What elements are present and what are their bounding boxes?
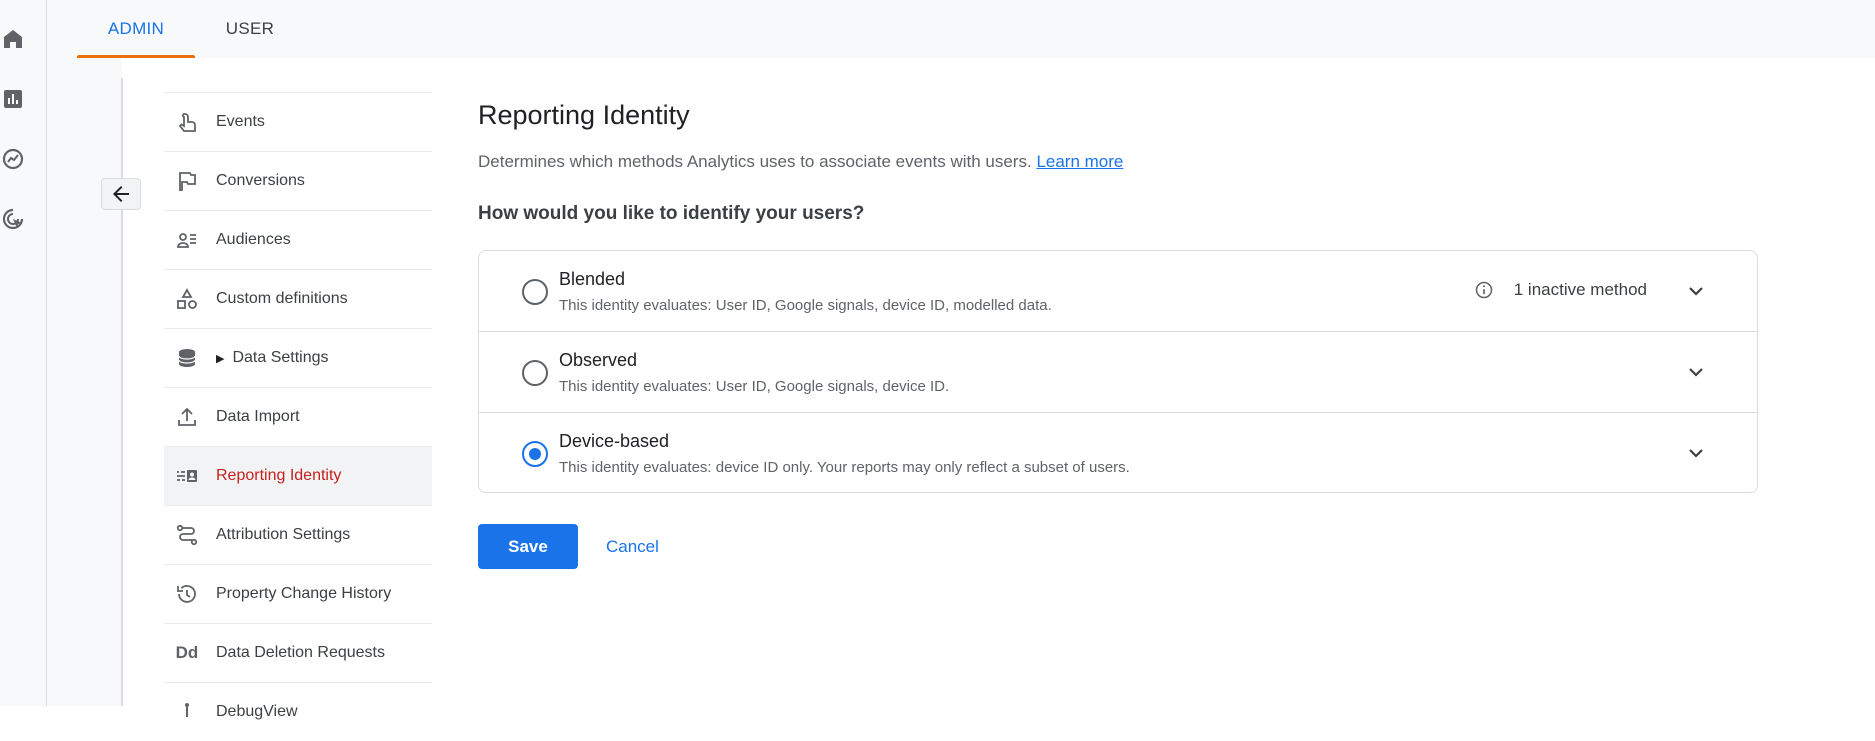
- page-description: Determines which methods Analytics uses …: [478, 152, 1123, 172]
- home-icon[interactable]: [0, 26, 26, 52]
- nav-item-label: Conversions: [216, 172, 305, 189]
- database-icon: [174, 345, 200, 371]
- chevron-down-icon[interactable]: [1683, 359, 1709, 385]
- radio-blended[interactable]: [522, 279, 548, 305]
- nav-item-label: Audiences: [216, 231, 291, 248]
- cancel-button[interactable]: Cancel: [600, 536, 665, 558]
- explore-icon[interactable]: [0, 146, 26, 172]
- learn-more-link[interactable]: Learn more: [1036, 152, 1123, 171]
- inactive-method-note: 1 inactive method: [1474, 280, 1647, 300]
- description-text: Determines which methods Analytics uses …: [478, 152, 1032, 171]
- nav-item-reporting-identity[interactable]: Reporting Identity: [164, 446, 432, 505]
- identity-options: Blended This identity evaluates: User ID…: [478, 250, 1758, 493]
- upload-icon: [174, 404, 200, 430]
- nav-item-property-change-history[interactable]: Property Change History: [164, 564, 432, 623]
- option-title: Device-based: [559, 431, 670, 451]
- route-icon: [174, 522, 200, 548]
- option-title: Observed: [559, 350, 638, 370]
- nav-item-label: Property Change History: [216, 585, 392, 602]
- left-rail: [0, 0, 47, 706]
- page-title: Reporting Identity: [478, 100, 690, 130]
- option-device-based[interactable]: Device-based This identity evaluates: de…: [479, 413, 1757, 492]
- flag-icon: [174, 168, 200, 194]
- identify-question: How would you like to identify your user…: [478, 203, 865, 224]
- option-subtitle: This identity evaluates: device ID only.…: [559, 459, 1130, 476]
- radio-device-based[interactable]: [522, 441, 548, 467]
- nav-item-label: Data Deletion Requests: [216, 644, 385, 661]
- option-subtitle: This identity evaluates: User ID, Google…: [559, 297, 1052, 314]
- caret-right-icon[interactable]: ▶: [216, 352, 224, 365]
- option-subtitle: This identity evaluates: User ID, Google…: [559, 378, 950, 395]
- save-button[interactable]: Save: [478, 524, 578, 569]
- nav-item-conversions[interactable]: Conversions: [164, 151, 432, 210]
- divider-line: [121, 78, 123, 706]
- inactive-method-text: 1 inactive method: [1513, 280, 1647, 299]
- nav-item-data-import[interactable]: Data Import: [164, 387, 432, 446]
- touch-icon: [174, 109, 200, 135]
- nav-item-data-deletion-requests[interactable]: Dd Data Deletion Requests: [164, 623, 432, 682]
- radio-observed[interactable]: [522, 360, 548, 386]
- tab-admin[interactable]: ADMIN: [77, 0, 195, 58]
- nav-item-custom-definitions[interactable]: Custom definitions: [164, 269, 432, 328]
- nav-item-label: Reporting Identity: [216, 467, 342, 484]
- audience-icon: [174, 227, 200, 253]
- identity-icon: [174, 463, 200, 489]
- history-icon: [174, 581, 200, 607]
- nav-item-audiences[interactable]: Audiences: [164, 210, 432, 269]
- tab-bar: ADMIN USER: [47, 0, 1875, 58]
- reports-icon[interactable]: [0, 86, 26, 112]
- nav-item-label: Data Import: [216, 408, 300, 425]
- info-icon: [1474, 280, 1494, 300]
- nav-item-label: Data Settings: [232, 349, 329, 366]
- chevron-down-icon[interactable]: [1683, 278, 1709, 304]
- chevron-down-icon[interactable]: [1683, 440, 1709, 466]
- back-button[interactable]: [101, 178, 141, 210]
- nav-item-label: Custom definitions: [216, 290, 348, 307]
- data-deletion-icon: Dd: [175, 643, 199, 662]
- property-settings-nav: Events Conversions Audiences Custom defi…: [164, 92, 432, 741]
- nav-item-attribution-settings[interactable]: Attribution Settings: [164, 505, 432, 564]
- nav-item-label: Attribution Settings: [216, 526, 351, 543]
- option-title: Blended: [559, 269, 626, 289]
- reporting-identity-panel: Reporting Identity Determines which meth…: [478, 100, 1758, 569]
- nav-item-data-settings[interactable]: ▶ Data Settings: [164, 328, 432, 387]
- form-actions: Save Cancel: [478, 524, 665, 569]
- nav-item-events[interactable]: Events: [164, 92, 432, 151]
- shapes-icon: [174, 286, 200, 312]
- debug-icon: [174, 699, 200, 725]
- option-observed[interactable]: Observed This identity evaluates: User I…: [479, 332, 1757, 413]
- nav-gutter: [47, 58, 122, 706]
- advertising-icon[interactable]: [0, 206, 26, 232]
- nav-item-label: Events: [216, 113, 265, 130]
- option-blended[interactable]: Blended This identity evaluates: User ID…: [479, 251, 1757, 332]
- arrow-back-icon: [113, 186, 129, 202]
- nav-item-debugview[interactable]: DebugView: [164, 682, 432, 741]
- tab-user[interactable]: USER: [205, 0, 295, 58]
